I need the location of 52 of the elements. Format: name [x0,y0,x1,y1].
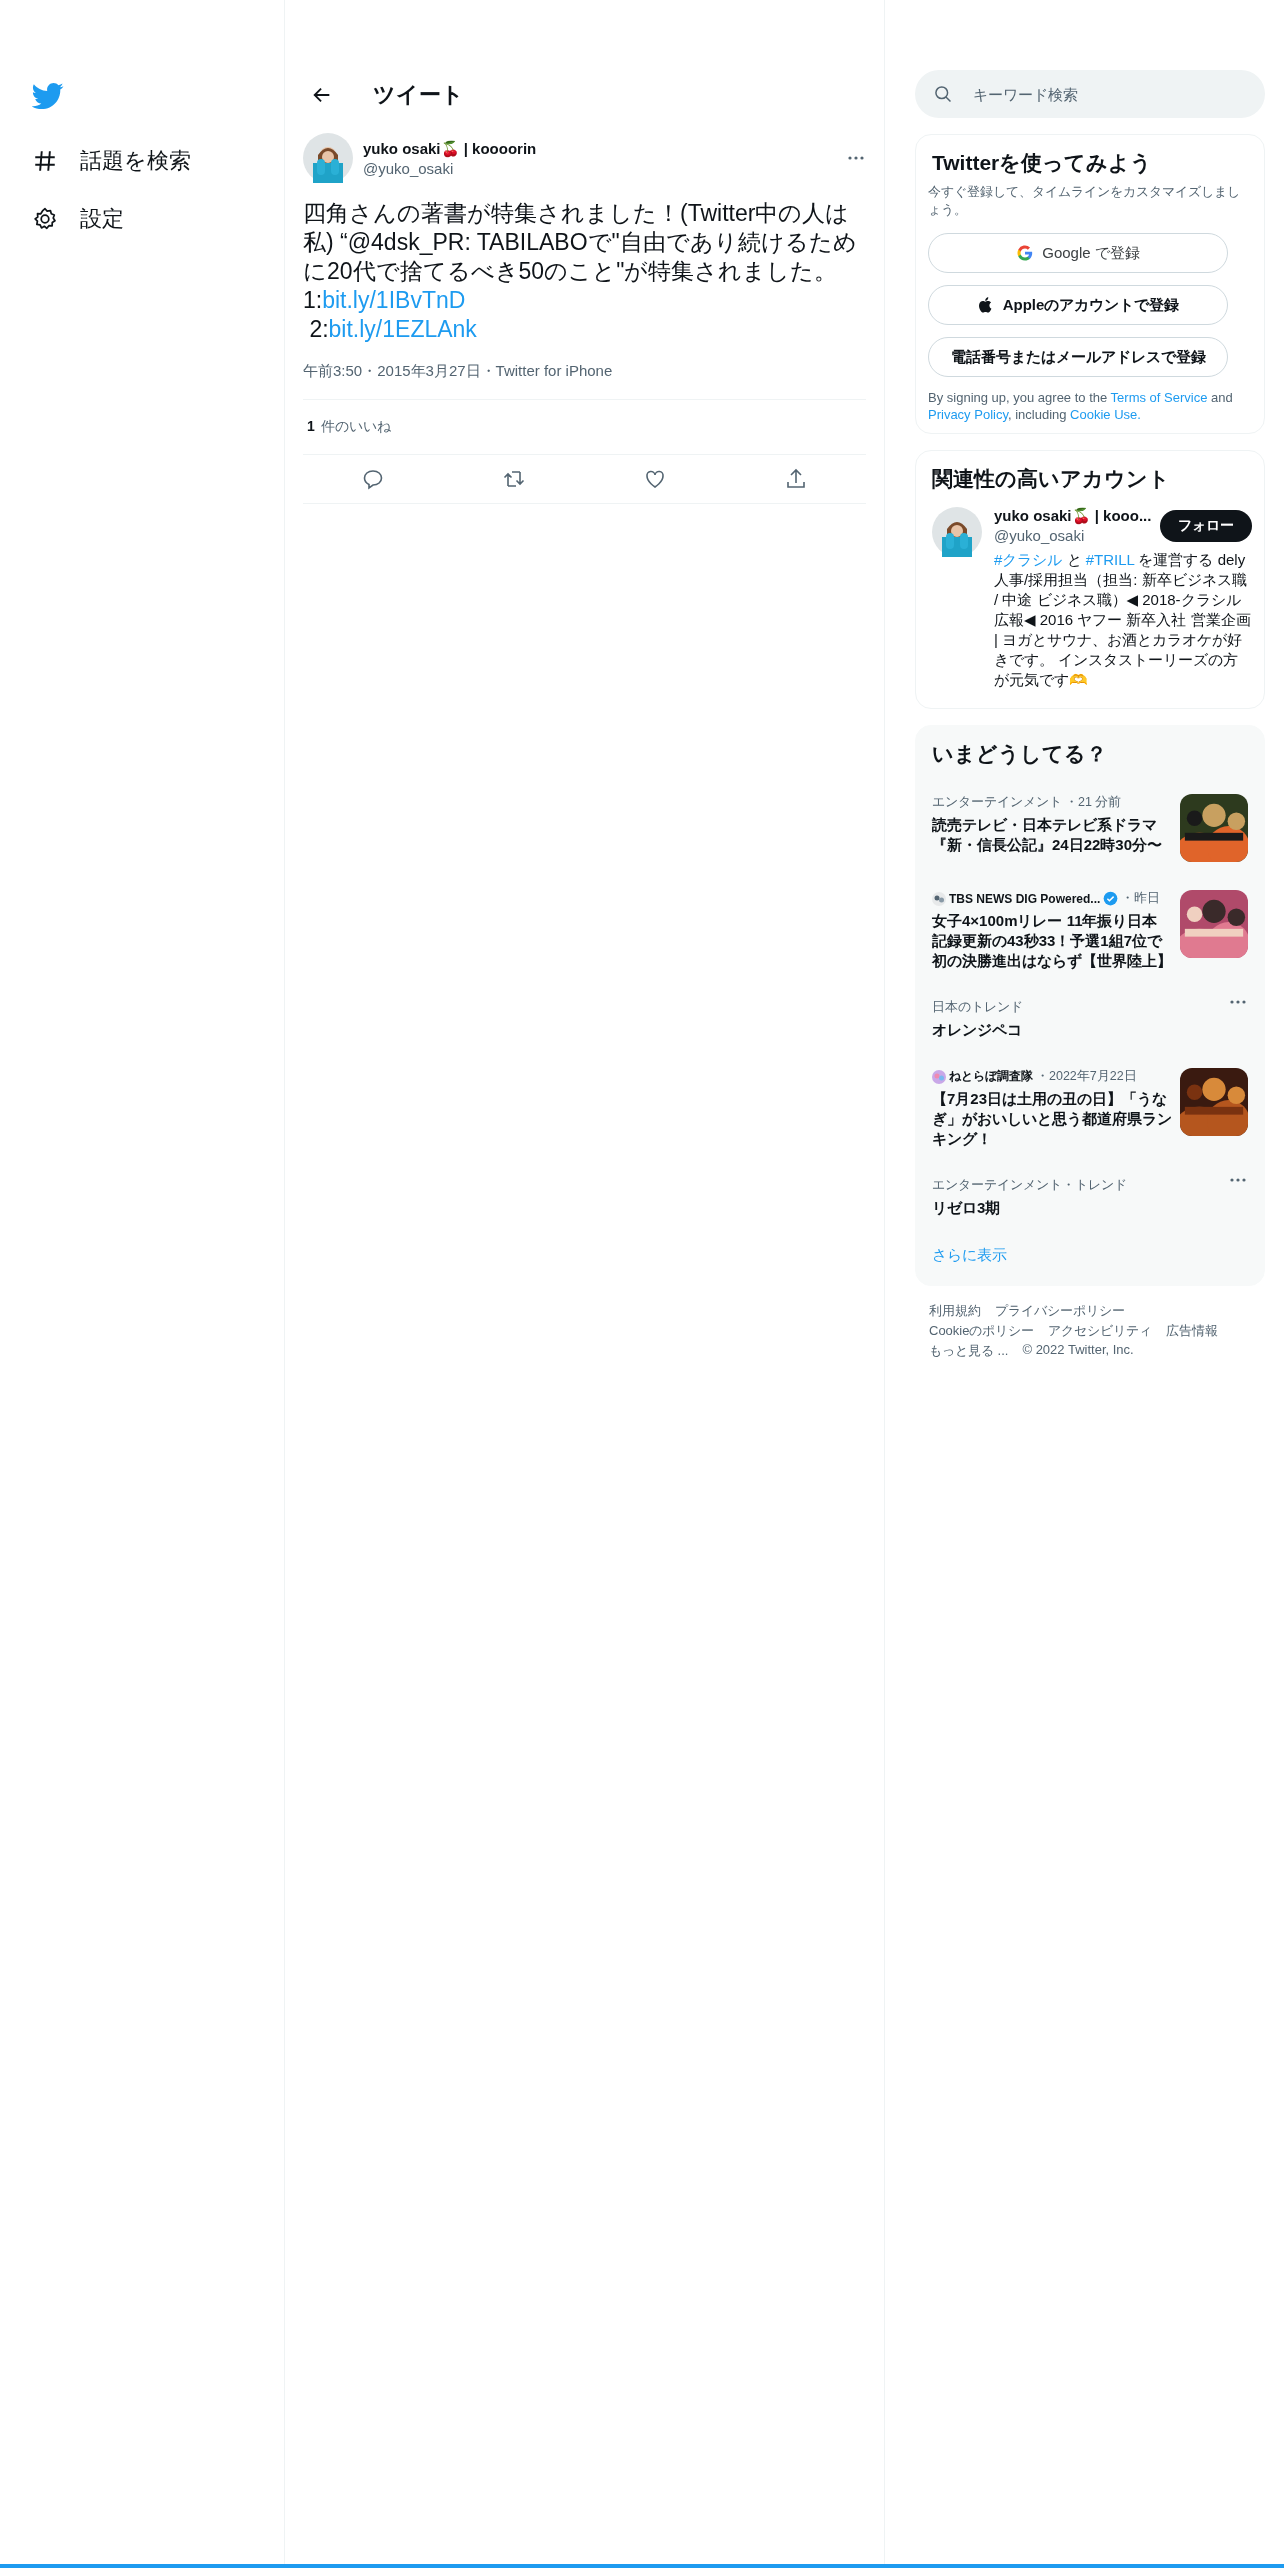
author-handle[interactable]: @yuko_osaki [363,159,836,177]
settings-icon [32,206,58,232]
footer-link[interactable]: アクセシビリティ [1048,1322,1153,1340]
more-icon[interactable] [1228,1177,1248,1183]
trend-category: エンターテインメント・トレンド [932,1177,1127,1194]
news-headline[interactable]: 【7月23日は土用の丑の日】「うなぎ」がおいしいと思う都道府県ランキング！ [932,1089,1172,1149]
link-label: 2: [308,316,329,342]
like-count[interactable]: 1 [307,418,315,436]
like-label[interactable]: 件のいいね [320,418,391,436]
signup-button[interactable]: 電話番号またはメールアドレスで登録 [928,337,1228,377]
legal-text: By signing up, you agree to the Terms of Service and Privacy Policy, including Cookie Use. [928,389,1234,423]
news-time: ・昨日 [1121,890,1161,907]
copyright: © 2022 Twitter, Inc. [1022,1342,1134,1359]
account-name[interactable]: yuko osaki🍒 | kooo... [994,507,1160,525]
news-source[interactable]: TBS NEWS DIG Powered... [949,891,1101,906]
google-logo-icon [1016,244,1035,262]
search-field[interactable]: キーワード検索 [915,70,1265,118]
account-handle[interactable]: @yuko_osaki [994,527,1160,544]
tweet-text: 四角さんの著書が特集されました！(Twitter中の人は私) “@4dsk_PR: TABILABOで"自由であり続けるために20代で捨てるべき50のこと"が特集されました。 [303,199,858,286]
more-icon[interactable] [846,155,866,161]
link-label: 1: [303,287,323,313]
news-time: ・2022年7月22日 [1036,1068,1137,1085]
card-title: 関連性の高いアカウント [932,466,1171,492]
news-headline[interactable]: 読売テレビ・日本テレビ系ドラマ『新・信長公記』24日22時30分〜 [932,815,1172,855]
nav-item[interactable]: 話題を検索 [32,132,284,190]
signup-button[interactable]: Google で登録 [928,233,1228,273]
footer-link[interactable]: もっと見る ... [929,1342,1009,1360]
footer-link[interactable]: プライバシーポリシー [995,1302,1125,1320]
footer-link[interactable]: 利用規約 [929,1302,981,1320]
news-source[interactable]: エンターテインメント [932,794,1062,811]
search-icon [933,84,953,104]
signup-button[interactable]: Appleのアカウントで登録 [928,285,1228,325]
news-source[interactable]: ねとらぼ調査隊 [949,1068,1033,1085]
card-subtitle: 今すぐ登録して、タイムラインをカスタマイズしましょう。 [928,183,1241,219]
more-icon[interactable] [1228,999,1248,1005]
footer-link[interactable]: Cookieのポリシー [929,1322,1035,1340]
account-bio: #クラシル と #TRILL を運営する dely 人事/採用担当（担当: 新卒ビジネス職 / 中途 ビジネス職）◀ 2018-クラシル広報◀ 2016 ヤフー 新卒入社 営業企画 | ヨガとサウナ、お酒とカラオケが好きです。 インスタストーリーズの方が元気です🫶 [994,550,1252,690]
news-headline[interactable]: 女子4×100mリレー 11年振り日本記録更新の43秒33！予選1組7位で初の決勝進出はならず【世界陸上】 [932,911,1172,971]
hashtag-icon [32,148,58,174]
author-name[interactable]: yuko osaki🍒 | koooorin [363,139,836,158]
nav-item[interactable]: 設定 [32,190,284,248]
trend-title[interactable]: リゼロ3期 [932,1198,1220,1218]
page-title: ツイート [373,81,464,109]
trend-title[interactable]: オレンジペコ [932,1020,1220,1040]
news-time: ・21 分前 [1065,794,1122,811]
card-title: Twitterを使ってみよう [932,150,1154,177]
tweet-meta: 午前3:50・2015年3月27日・Twitter for iPhone [303,362,866,400]
follow-button[interactable]: フォロー [1160,509,1252,542]
footer-link[interactable]: 広告情報 [1166,1322,1219,1340]
trend-category: 日本のトレンド [932,999,1023,1016]
card-title: いまどうしてる？ [932,741,1108,768]
bird-logo-icon[interactable] [32,80,64,112]
